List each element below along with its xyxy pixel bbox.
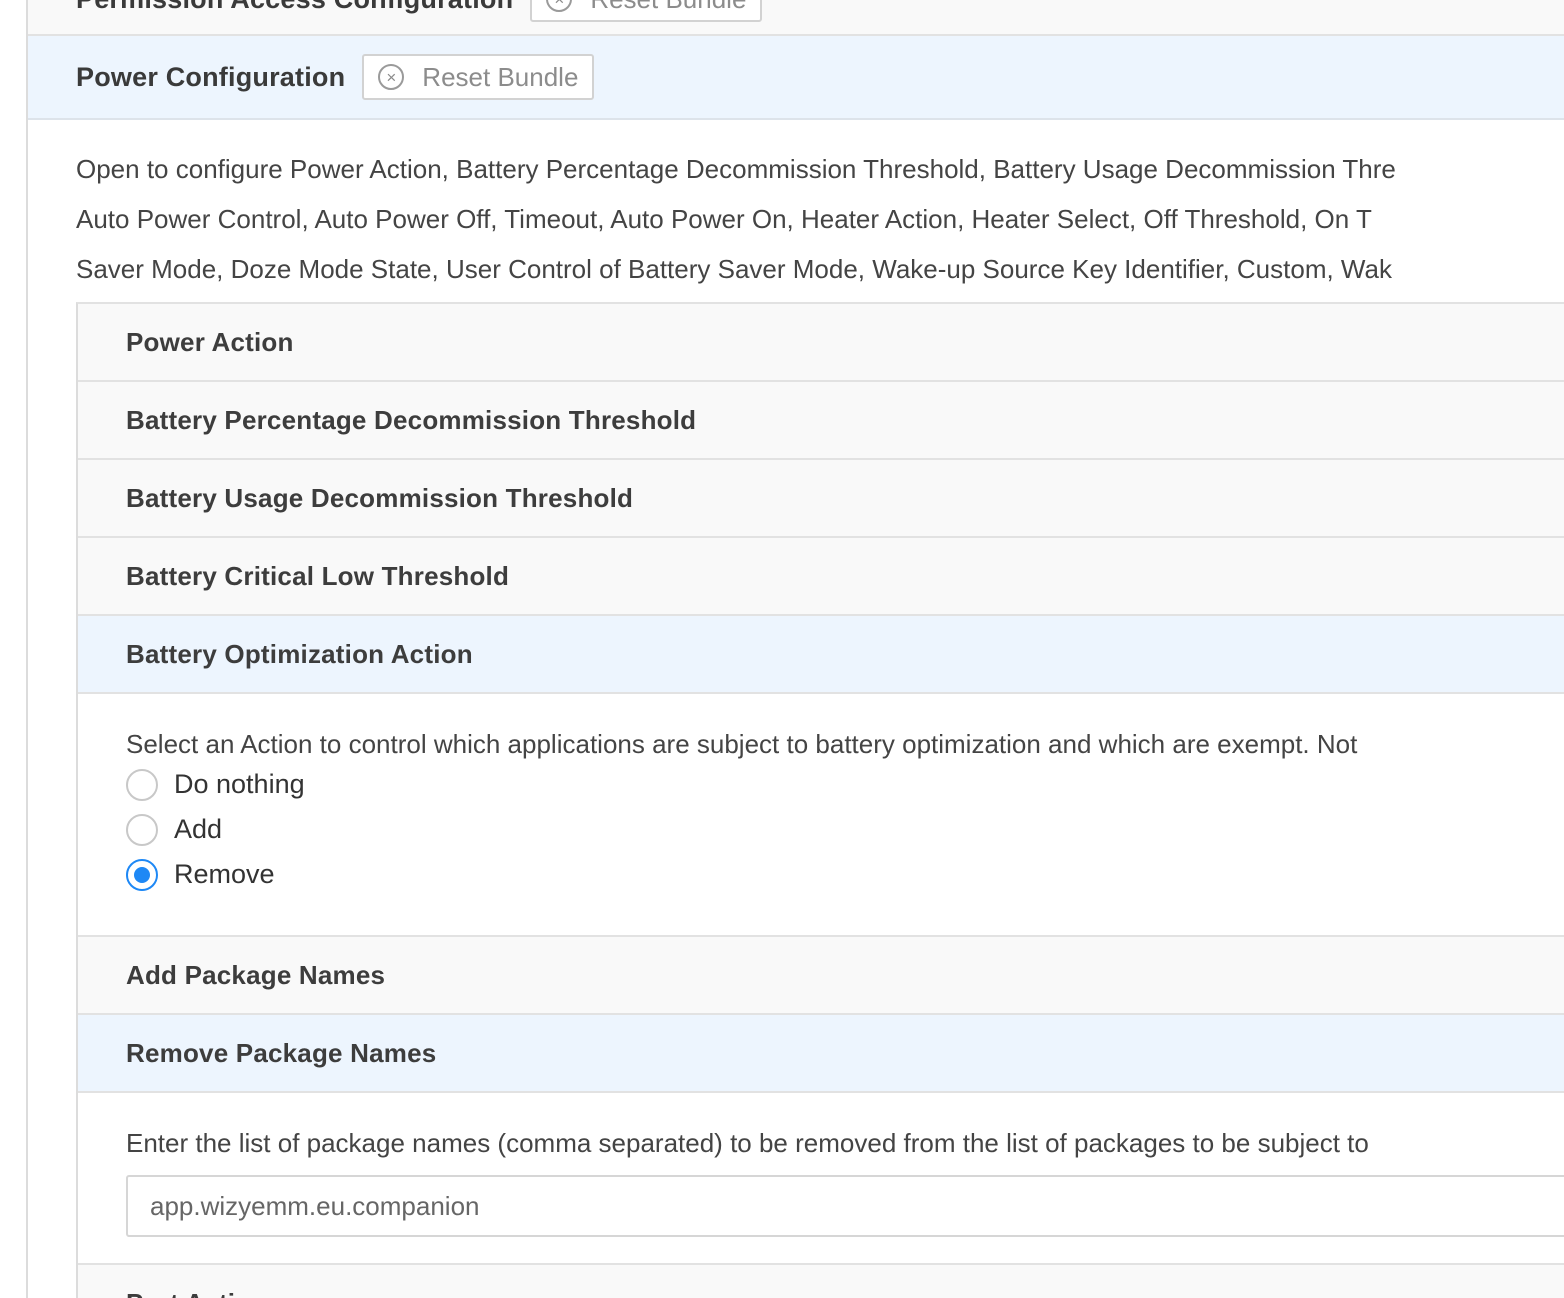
content-area: Permission Access Configuration × Reset … bbox=[28, 0, 1564, 1298]
accordion-title: Battery Optimization Action bbox=[126, 638, 473, 669]
power-settings-accordion: Power Action Battery Percentage Decommis… bbox=[76, 302, 1564, 1298]
remove-package-names-panel: Enter the list of package names (comma s… bbox=[78, 1093, 1564, 1265]
radio-option-remove[interactable]: Remove bbox=[126, 852, 1564, 897]
section-header-permission-access[interactable]: Permission Access Configuration × Reset … bbox=[28, 0, 1564, 36]
description-line: Auto Power Control, Auto Power Off, Time… bbox=[76, 204, 1372, 234]
remove-package-names-description: Enter the list of package names (comma s… bbox=[126, 1128, 1369, 1158]
accordion-item-battery-optimization-action[interactable]: Battery Optimization Action bbox=[78, 616, 1564, 694]
left-rail bbox=[0, 0, 28, 1298]
description-line: Open to configure Power Action, Battery … bbox=[76, 154, 1396, 184]
accordion-item-battery-percentage-decommission[interactable]: Battery Percentage Decommission Threshol… bbox=[78, 382, 1564, 460]
radio-option-do-nothing[interactable]: Do nothing bbox=[126, 762, 1564, 807]
reset-bundle-button[interactable]: × Reset Bundle bbox=[362, 54, 595, 100]
description-line: Saver Mode, Doze Mode State, User Contro… bbox=[76, 254, 1392, 284]
accordion-title: Battery Usage Decommission Threshold bbox=[126, 482, 634, 513]
section-title: Power Configuration bbox=[76, 61, 346, 92]
remove-package-names-input[interactable] bbox=[126, 1175, 1564, 1237]
accordion-title: Remove Package Names bbox=[126, 1037, 437, 1068]
radio-option-add[interactable]: Add bbox=[126, 807, 1564, 852]
page: Permission Access Configuration × Reset … bbox=[0, 0, 1564, 1298]
radio-label: Add bbox=[174, 814, 223, 844]
section-header-power-configuration[interactable]: Power Configuration × Reset Bundle bbox=[28, 36, 1564, 120]
accordion-title: Battery Percentage Decommission Threshol… bbox=[126, 404, 697, 435]
radio-label: Do nothing bbox=[174, 769, 305, 799]
battery-optimization-panel: Select an Action to control which applic… bbox=[78, 694, 1564, 937]
accordion-title: Power Action bbox=[126, 326, 294, 357]
accordion-title: Add Package Names bbox=[126, 959, 386, 990]
reset-bundle-label: Reset Bundle bbox=[422, 61, 579, 92]
accordion-item-battery-critical-low[interactable]: Battery Critical Low Threshold bbox=[78, 538, 1564, 616]
accordion-item-add-package-names[interactable]: Add Package Names bbox=[78, 937, 1564, 1015]
radio-button-selected[interactable] bbox=[126, 858, 158, 891]
accordion-item-power-action[interactable]: Power Action bbox=[78, 304, 1564, 382]
radio-label: Remove bbox=[174, 859, 275, 889]
section-description: Open to configure Power Action, Battery … bbox=[76, 144, 1564, 294]
battery-optimization-description: Select an Action to control which applic… bbox=[126, 729, 1358, 759]
accordion-title: Battery Critical Low Threshold bbox=[126, 560, 510, 591]
radio-button[interactable] bbox=[126, 813, 158, 846]
accordion-title: Port Action bbox=[126, 1288, 267, 1298]
close-circle-icon: × bbox=[546, 0, 573, 12]
reset-bundle-button[interactable]: × Reset Bundle bbox=[530, 0, 763, 22]
section-title: Permission Access Configuration bbox=[76, 0, 513, 15]
radio-button[interactable] bbox=[126, 768, 158, 801]
close-circle-icon: × bbox=[378, 64, 405, 90]
reset-bundle-label: Reset Bundle bbox=[590, 0, 746, 15]
accordion-item-remove-package-names[interactable]: Remove Package Names bbox=[78, 1015, 1564, 1093]
accordion-item-port-action[interactable]: Port Action bbox=[78, 1265, 1564, 1298]
accordion-item-battery-usage-decommission[interactable]: Battery Usage Decommission Threshold bbox=[78, 460, 1564, 538]
